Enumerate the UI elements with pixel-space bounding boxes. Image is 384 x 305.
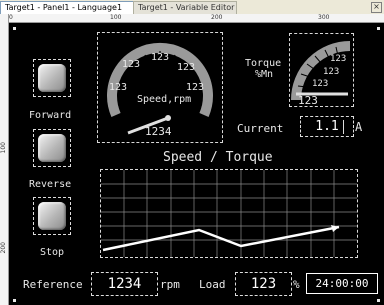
canvas-marker <box>13 299 16 302</box>
ruler-label: 0 <box>9 14 13 21</box>
canvas-marker <box>13 27 16 30</box>
torque-scale-upper: 123 <box>330 54 347 64</box>
current-value-field[interactable]: 1.1 <box>300 116 354 137</box>
ruler-label: 200 <box>211 14 223 21</box>
tab-panel1-language1[interactable]: Target1 - Panel1 - Language1 <box>0 1 138 14</box>
close-tab-icon[interactable]: × <box>371 2 382 13</box>
ruler-label: 100 <box>110 14 122 21</box>
load-value: 123 <box>250 276 277 292</box>
speed-gauge-label: Speed,rpm <box>137 94 192 105</box>
rpm-unit: rpm <box>160 278 180 291</box>
reference-value-field[interactable]: 1234 <box>91 272 158 296</box>
button-face <box>38 134 66 162</box>
ruler-label: 300 <box>318 14 330 21</box>
current-divider <box>343 120 344 134</box>
speed-display-value: 1234 <box>145 125 172 138</box>
current-unit: A <box>355 120 363 134</box>
current-value: 1.1 <box>315 119 339 134</box>
trend-chart[interactable] <box>100 169 358 258</box>
button-face <box>38 202 66 230</box>
speed-scale-left: 123 <box>109 82 128 93</box>
forward-label: Forward <box>29 110 72 121</box>
load-label: Load <box>199 278 226 291</box>
reference-value: 1234 <box>107 276 142 292</box>
torque-scale-lower: 123 <box>312 79 329 89</box>
reverse-button[interactable] <box>33 129 71 167</box>
torque-label: Torque <box>245 58 282 69</box>
load-percent-unit: % <box>293 278 300 291</box>
torque-unit-label: %Mn <box>255 69 274 80</box>
clock-time: 24:00:00 <box>315 277 369 290</box>
current-label: Current <box>237 122 284 135</box>
ruler-label: 100 <box>0 142 7 154</box>
torque-display-value: 123 <box>298 94 318 107</box>
editor-tab-bar: Target1 - Panel1 - Language1 Target1 - V… <box>0 0 384 15</box>
stop-button[interactable] <box>33 197 71 235</box>
clock-display: 24:00:00 <box>306 273 378 294</box>
torque-scale-middle: 123 <box>323 67 340 77</box>
tab-variable-editor[interactable]: Target1 - Variable Editor <box>133 1 237 14</box>
reference-label: Reference <box>23 278 83 291</box>
trend-chart-plot <box>101 170 357 257</box>
load-value-field[interactable]: 123 <box>235 272 292 296</box>
ruler-label: 200 <box>0 242 7 254</box>
chart-title: Speed / Torque <box>163 150 273 165</box>
canvas-marker <box>377 299 380 302</box>
vertical-ruler: 100 200 <box>0 14 9 305</box>
torque-gauge[interactable]: 123 123 123 123 <box>289 33 354 107</box>
horizontal-ruler: 0 100 200 300 <box>8 14 384 23</box>
speed-scale-upper-left: 123 <box>122 59 141 70</box>
speed-gauge[interactable]: 123 123 123 123 123 Speed,rpm 1234 <box>97 32 223 143</box>
speed-scale-right: 123 <box>186 82 205 93</box>
forward-button[interactable] <box>33 59 71 97</box>
canvas-marker <box>377 27 380 30</box>
speed-scale-upper-right: 123 <box>177 62 196 73</box>
speed-scale-top: 123 <box>151 52 170 63</box>
stop-label: Stop <box>40 247 65 258</box>
button-face <box>38 64 66 92</box>
reverse-label: Reverse <box>29 179 72 190</box>
hmi-panel-canvas: Forward Reverse Stop 123 123 123 123 123… <box>9 23 384 305</box>
